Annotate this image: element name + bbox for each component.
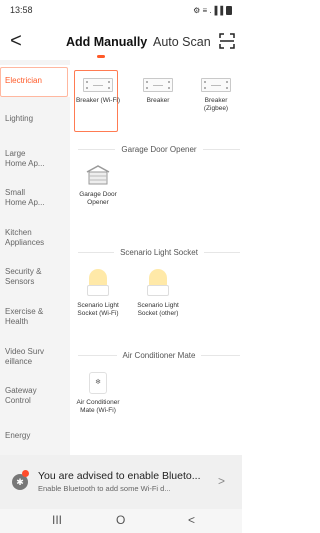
tab-auto-scan[interactable]: Auto Scan — [153, 35, 211, 49]
device-label: Garage Door Opener — [79, 191, 117, 206]
sidebar-item-label: Kitchen Appliances — [5, 228, 45, 247]
section-header-ac: Air Conditioner Mate — [78, 351, 241, 360]
light-socket-icon — [147, 269, 169, 297]
device-label: Breaker — [146, 97, 170, 104]
sidebar-item-label: Large Home Ap... — [5, 149, 45, 168]
status-bar: 13:58 ⚙ ≡ .▐▐ — [0, 0, 242, 20]
banner-subtitle: Enable Bluetooth to add some Wi-Fi d... — [38, 484, 171, 493]
scan-icon[interactable] — [219, 33, 235, 49]
sidebar-item-security-sensors[interactable]: Security & Sensors — [0, 267, 56, 287]
tab-indicator — [97, 55, 105, 58]
home-button[interactable]: O — [116, 513, 125, 527]
sidebar-item-exercise-health[interactable]: Exercise & Health — [0, 307, 52, 327]
section-title: Garage Door Opener — [121, 145, 197, 154]
recent-apps-button[interactable]: III — [52, 513, 62, 527]
sidebar-item-small-home-appliances[interactable]: Small Home Ap... — [0, 188, 46, 208]
breaker-icon — [83, 78, 113, 92]
sidebar-item-video-surveillance[interactable]: Video Surv eillance — [0, 347, 52, 367]
sidebar-item-label: Video Surv eillance — [5, 347, 44, 366]
sidebar-item-large-home-appliances[interactable]: Large Home Ap... — [0, 149, 46, 169]
device-breaker-wifi[interactable]: Breaker (Wi-Fi) — [74, 78, 122, 105]
device-label: Breaker (Wi-Fi) — [75, 97, 121, 104]
sidebar-item-energy[interactable]: Energy — [0, 431, 70, 441]
sidebar-item-label: Security & Sensors — [5, 267, 42, 286]
device-list: Breaker (Wi-Fi) Breaker Breaker (Zigbee)… — [70, 60, 242, 455]
chevron-right-icon[interactable]: > — [218, 474, 225, 488]
ac-mate-icon: ❄ — [89, 372, 107, 394]
section-header-garage: Garage Door Opener — [78, 145, 240, 154]
alert-badge — [22, 470, 29, 477]
signal-icon: ⚙ ≡ .▐▐ — [193, 5, 223, 15]
sidebar-item-label: Gateway Control — [5, 386, 37, 405]
device-scenario-socket-other[interactable]: Scenario Light Socket (other) — [134, 269, 182, 318]
sidebar-item-kitchen-appliances[interactable]: Kitchen Appliances — [0, 228, 60, 248]
system-nav-bar: III O < — [0, 509, 242, 533]
device-label: Scenario Light Socket (Wi-Fi) — [77, 302, 119, 317]
sidebar-item-lighting[interactable]: Lighting — [0, 114, 70, 124]
category-sidebar: Electrician Lighting Large Home Ap... Sm… — [0, 60, 70, 455]
section-header-socket: Scenario Light Socket — [78, 248, 241, 257]
sidebar-item-gateway-control[interactable]: Gateway Control — [0, 386, 52, 406]
breaker-icon — [143, 78, 173, 92]
sidebar-item-electrician[interactable]: Electrician — [0, 65, 70, 97]
sidebar-item-label: Small Home Ap... — [5, 188, 45, 207]
sidebar-item-label: Energy — [5, 431, 31, 440]
back-button[interactable]: < — [6, 30, 26, 54]
tab-add-manually[interactable]: Add Manually — [66, 35, 147, 49]
device-label: Air Conditioner Mate (Wi-Fi) — [76, 399, 120, 414]
device-air-conditioner-mate[interactable]: ❄ Air Conditioner Mate (Wi-Fi) — [74, 372, 122, 415]
device-breaker[interactable]: Breaker — [134, 78, 182, 105]
device-label: Scenario Light Socket (other) — [137, 302, 179, 317]
nav-back-button[interactable]: < — [188, 513, 195, 527]
garage-door-icon — [86, 165, 110, 185]
status-time: 13:58 — [10, 5, 33, 15]
section-title: Scenario Light Socket — [120, 248, 198, 257]
breaker-icon — [201, 78, 231, 92]
section-title: Air Conditioner Mate — [122, 351, 196, 360]
device-breaker-zigbee[interactable]: Breaker (Zigbee) — [192, 78, 240, 113]
battery-icon — [226, 5, 232, 15]
bluetooth-banner[interactable]: ✱ You are advised to enable Blueto... En… — [0, 455, 242, 509]
device-label: Breaker (Zigbee) — [203, 97, 229, 112]
sidebar-item-label: Exercise & Health — [5, 307, 44, 326]
device-scenario-socket-wifi[interactable]: Scenario Light Socket (Wi-Fi) — [74, 269, 122, 318]
light-socket-icon — [87, 269, 109, 297]
device-garage-door-opener[interactable]: Garage Door Opener — [74, 164, 122, 207]
sidebar-item-label: Electrician — [5, 76, 42, 85]
sidebar-item-label: Lighting — [5, 114, 34, 123]
status-icons: ⚙ ≡ .▐▐ — [193, 5, 232, 15]
banner-title: You are advised to enable Blueto... — [38, 470, 201, 482]
